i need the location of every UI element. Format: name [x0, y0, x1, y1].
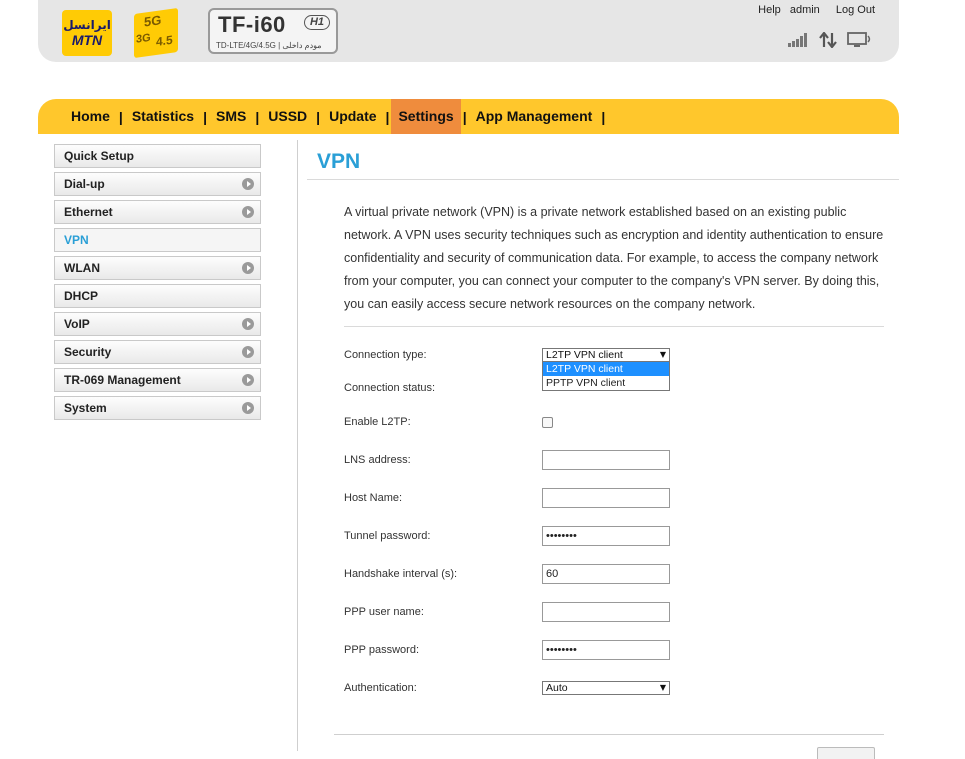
nav-app-management[interactable]: App Management	[469, 99, 600, 134]
sidebar-item-label: VoIP	[64, 317, 90, 331]
nav-separator: |	[601, 108, 606, 125]
5g-3g-badge-logo: 5G 3G 4.5	[134, 7, 178, 59]
authentication-select[interactable]: Auto	[542, 681, 670, 695]
authentication-label: Authentication:	[344, 682, 417, 694]
handshake-interval-label: Handshake interval (s):	[344, 568, 458, 580]
connection-type-dropdown: L2TP VPN client PPTP VPN client	[542, 361, 670, 391]
lns-address-input[interactable]	[542, 450, 670, 470]
sidebar-item-label: Ethernet	[64, 205, 113, 219]
sidebar-item-wlan[interactable]: WLAN	[54, 256, 261, 280]
sidebar-item-ethernet[interactable]: Ethernet	[54, 200, 261, 224]
sidebar-item-security[interactable]: Security	[54, 340, 261, 364]
main-nav-bar: Home | Statistics | SMS | USSD | Update | Settings…	[38, 99, 899, 134]
nav-separator: |	[385, 108, 390, 125]
sidebar-item-label: Security	[64, 345, 112, 359]
irancell-mtn-logo: ایرانسل MTN	[62, 10, 112, 56]
model-logo: TF-i60 H1 TD-LTE/4G/4.5G | مودم داخلی	[208, 8, 338, 54]
expand-arrow-icon	[242, 402, 254, 414]
data-transfer-icon	[819, 32, 837, 48]
nav-ussd[interactable]: USSD	[261, 99, 314, 134]
expand-arrow-icon	[242, 318, 254, 330]
connection-type-label: Connection type:	[344, 349, 427, 361]
signal-icon	[788, 33, 807, 47]
sidebar-item-vpn[interactable]: VPN	[54, 228, 261, 252]
logout-link[interactable]: Log Out	[836, 4, 875, 16]
sidebar-item-quick-setup[interactable]: Quick Setup	[54, 144, 261, 168]
badge-5g: 5G	[144, 12, 162, 30]
host-name-label: Host Name:	[344, 492, 403, 504]
host-name-input[interactable]	[542, 488, 670, 508]
handshake-interval-input[interactable]	[542, 564, 670, 584]
monitor-icon	[847, 32, 871, 47]
help-link[interactable]: Help	[758, 4, 781, 16]
badge-45: 4.5	[156, 32, 173, 49]
connection-status-label: Connection status:	[344, 382, 436, 394]
sidebar-item-system[interactable]: System	[54, 396, 261, 420]
top-links: Help admin Log Out	[752, 4, 875, 16]
title-divider	[307, 179, 899, 180]
option-l2tp[interactable]: L2TP VPN client	[543, 362, 669, 376]
connection-type-select[interactable]: L2TP VPN client	[542, 348, 670, 362]
expand-arrow-icon	[242, 178, 254, 190]
sidebar-item-dial-up[interactable]: Dial-up	[54, 172, 261, 196]
tunnel-password-label: Tunnel password:	[344, 530, 431, 542]
sidebar-item-dhcp[interactable]: DHCP	[54, 284, 261, 308]
logo-persian-text: ایرانسل	[63, 18, 111, 32]
option-pptp[interactable]: PPTP VPN client	[543, 376, 669, 390]
sidebar-item-label: Quick Setup	[64, 149, 135, 163]
expand-arrow-icon	[242, 206, 254, 218]
ppp-password-input[interactable]	[542, 640, 670, 660]
sidebar-item-tr-069-management[interactable]: TR-069 Management	[54, 368, 261, 392]
nav-separator: |	[118, 108, 123, 125]
description-divider	[344, 326, 884, 327]
enable-l2tp-label: Enable L2TP:	[344, 416, 411, 428]
submit-button[interactable]	[817, 747, 875, 759]
model-name: TF-i60	[218, 12, 286, 37]
expand-arrow-icon	[242, 374, 254, 386]
nav-home[interactable]: Home	[64, 99, 117, 134]
badge-3g: 3G	[136, 31, 151, 46]
sidebar-item-label: DHCP	[64, 289, 99, 303]
lns-address-label: LNS address:	[344, 454, 411, 466]
sidebar-item-label: WLAN	[64, 261, 100, 275]
model-badge: H1	[303, 15, 330, 30]
ppp-user-name-input[interactable]	[542, 602, 670, 622]
nav-separator: |	[255, 108, 260, 125]
content-divider	[297, 140, 298, 751]
sidebar-item-label: System	[64, 401, 107, 415]
vpn-description: A virtual private network (VPN) is a pri…	[344, 205, 884, 311]
nav-sms[interactable]: SMS	[209, 99, 253, 134]
header: ایرانسل MTN 5G 3G 4.5 TF-i60 H1 TD-LTE/4…	[38, 0, 899, 62]
ppp-password-label: PPP password:	[344, 644, 420, 656]
status-icons	[787, 32, 873, 48]
form-bottom-divider	[334, 734, 884, 735]
nav-separator: |	[203, 108, 207, 125]
sidebar-item-label: VPN	[64, 233, 89, 247]
settings-sidebar: Quick Setup Dial-up Ethernet VPN WLAN DHCP VoI…	[54, 144, 261, 424]
logo-mtn-text: MTN	[71, 32, 103, 48]
enable-l2tp-checkbox[interactable]	[542, 417, 553, 428]
sidebar-item-voip[interactable]: VoIP	[54, 312, 261, 336]
expand-arrow-icon	[242, 262, 254, 274]
tunnel-password-input[interactable]	[542, 526, 670, 546]
main-nav: Home | Statistics | SMS | USSD | Update | Settings…	[64, 99, 607, 134]
ppp-user-name-label: PPP user name:	[344, 606, 424, 618]
nav-separator: |	[316, 108, 321, 125]
nav-separator: |	[462, 108, 467, 125]
expand-arrow-icon	[242, 346, 254, 358]
user-name: admin	[789, 4, 820, 16]
page-title: VPN	[317, 150, 361, 173]
nav-statistics[interactable]: Statistics	[125, 99, 201, 134]
sidebar-item-label: Dial-up	[64, 177, 105, 191]
sidebar-item-label: TR-069 Management	[64, 373, 181, 387]
model-subtitle: TD-LTE/4G/4.5G | مودم داخلی	[216, 41, 322, 50]
nav-settings[interactable]: Settings	[391, 99, 461, 134]
nav-update[interactable]: Update	[322, 99, 383, 134]
